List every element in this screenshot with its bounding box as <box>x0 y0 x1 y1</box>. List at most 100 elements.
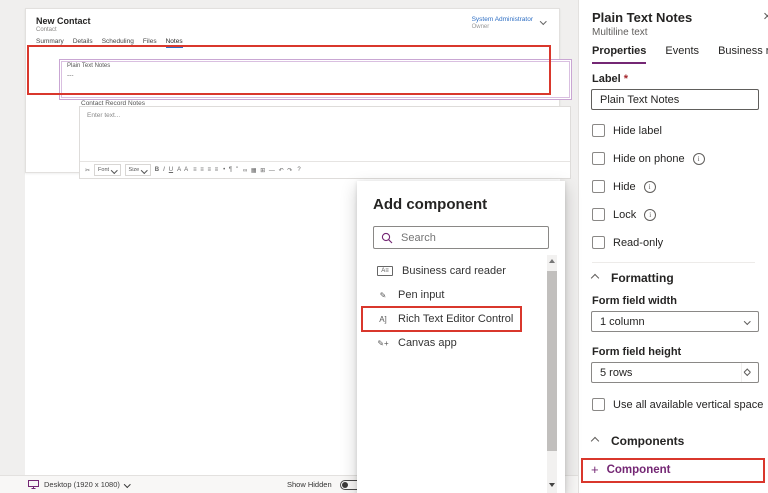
info-icon[interactable]: i <box>693 153 705 165</box>
help-icon[interactable]: ? <box>297 167 300 173</box>
device-selector[interactable]: Desktop (1920 x 1080) <box>28 480 129 489</box>
checkbox-label: Hide on phone <box>613 153 685 165</box>
label-input-value: Plain Text Notes <box>600 94 679 106</box>
vertical-space-checkbox[interactable] <box>592 398 605 411</box>
close-icon[interactable]: ✕ <box>763 10 768 23</box>
info-icon[interactable]: i <box>644 209 656 221</box>
add-component-popup: Add component A≡ Business card reader ✎ … <box>357 181 565 493</box>
section-title: Formatting <box>611 271 674 285</box>
chevron-down-icon <box>744 318 750 324</box>
checkbox-row-hide: Hide i <box>592 180 656 193</box>
field-value: --- <box>60 69 571 79</box>
list-item-canvas-app[interactable]: ✎+ Canvas app <box>357 331 565 355</box>
hide-on-phone-checkbox[interactable] <box>592 152 605 165</box>
tab-notes[interactable]: Notes <box>166 38 183 48</box>
checkbox-row-hide-label: Hide label <box>592 124 662 137</box>
font-dropdown[interactable]: Font <box>94 164 121 176</box>
rich-text-editor-icon: A] <box>377 315 389 324</box>
field-label: Plain Text Notes <box>60 60 571 69</box>
component-search-box[interactable] <box>373 226 549 249</box>
list-item-label: Canvas app <box>398 337 457 349</box>
tab-scheduling[interactable]: Scheduling <box>102 38 134 48</box>
required-asterisk: * <box>624 73 628 85</box>
form-field-width-dropdown[interactable]: 1 column <box>591 311 759 332</box>
rich-text-toolbar: ✂ Font Size B I U A A ≡ ≡ ≡ ≡ • ¶ " ∞ ▦ … <box>80 161 570 178</box>
alignment-icons[interactable]: ≡ ≡ ≡ ≡ <box>193 167 219 173</box>
owner-value[interactable]: System Administrator <box>472 16 533 24</box>
form-field-height-spinner[interactable]: 5 rows <box>591 362 759 383</box>
scroll-down-icon[interactable] <box>547 479 557 491</box>
checkbox-label: Use all available vertical space <box>613 399 763 411</box>
component-list: A≡ Business card reader ✎ Pen input A] R… <box>357 259 565 355</box>
read-only-checkbox[interactable] <box>592 236 605 249</box>
spin-down-icon[interactable] <box>744 369 750 375</box>
add-component-label: Component <box>607 464 671 476</box>
popup-scrollbar[interactable] <box>547 255 557 493</box>
list-item-label: Pen input <box>398 289 444 301</box>
insert-icons[interactable]: ∞ ▦ ⊞ — ↶ ↷ <box>243 167 293 174</box>
form-field-width-label: Form field width <box>592 295 677 307</box>
popup-title: Add component <box>357 181 565 213</box>
checkbox-row-vertical-space: Use all available vertical space <box>592 398 763 411</box>
scroll-up-icon[interactable] <box>547 255 557 267</box>
tab-summary[interactable]: Summary <box>36 38 64 48</box>
font-dropdown-label: Font <box>98 167 109 173</box>
list-item-label: Business card reader <box>402 265 506 277</box>
checkbox-label: Lock <box>613 209 636 221</box>
rich-text-notes-field[interactable]: Enter text... ✂ Font Size B I U A A ≡ ≡ … <box>79 106 571 179</box>
format-painter-icon[interactable]: ✂ <box>85 167 90 174</box>
form-field-height-label: Form field height <box>592 346 681 358</box>
tab-properties[interactable]: Properties <box>592 45 646 64</box>
tab-events[interactable]: Events <box>665 45 699 64</box>
add-component-button[interactable]: + Component <box>591 462 670 477</box>
owner-field[interactable]: System Administrator Owner <box>472 16 533 32</box>
underline-icon[interactable]: U <box>169 167 173 173</box>
form-canvas: New Contact Contact Summary Details Sche… <box>25 8 560 173</box>
panel-title: Plain Text Notes <box>592 10 692 25</box>
list-icons[interactable]: • ¶ " <box>223 167 239 173</box>
components-section-header[interactable]: Components <box>592 434 684 448</box>
owner-label: Owner <box>472 24 533 32</box>
spinner-buttons[interactable] <box>741 363 758 382</box>
device-label: Desktop (1920 x 1080) <box>44 480 120 489</box>
hide-checkbox[interactable] <box>592 180 605 193</box>
chevron-down-icon <box>141 167 147 173</box>
pen-input-icon: ✎ <box>377 291 389 300</box>
section-title: Components <box>611 434 684 448</box>
chevron-down-icon <box>111 167 117 173</box>
italic-icon[interactable]: I <box>163 167 165 173</box>
list-item-pen-input[interactable]: ✎ Pen input <box>357 283 565 307</box>
checkbox-label: Hide label <box>613 125 662 137</box>
panel-tabs: Properties Events Business rules <box>592 45 768 64</box>
plus-icon: + <box>591 462 599 477</box>
list-item-rich-text-editor-control[interactable]: A] Rich Text Editor Control <box>357 307 565 331</box>
formatting-section-header[interactable]: Formatting <box>592 271 674 285</box>
form-tabs: Summary Details Scheduling Files Notes <box>26 33 559 48</box>
tab-files[interactable]: Files <box>143 38 157 48</box>
canvas-app-icon: ✎+ <box>377 339 389 348</box>
hide-label-checkbox[interactable] <box>592 124 605 137</box>
list-item-business-card-reader[interactable]: A≡ Business card reader <box>357 259 565 283</box>
checkbox-label: Hide <box>613 181 636 193</box>
collapse-chevron-icon <box>591 274 599 282</box>
search-icon <box>381 232 393 244</box>
checkbox-row-hide-on-phone: Hide on phone i <box>592 152 705 165</box>
label-input[interactable]: Plain Text Notes <box>591 89 759 110</box>
width-value: 1 column <box>600 316 645 328</box>
device-chevron-down-icon <box>124 481 130 487</box>
tab-details[interactable]: Details <box>73 38 93 48</box>
contact-record-notes-label: Contact Record Notes <box>81 100 145 107</box>
size-dropdown[interactable]: Size <box>125 164 151 176</box>
notes-placeholder: Enter text... <box>80 107 570 119</box>
bold-icon[interactable]: B <box>155 167 159 173</box>
panel-subtitle: Multiline text <box>592 27 648 38</box>
selected-field-plain-text-notes[interactable]: Plain Text Notes --- <box>59 59 572 100</box>
height-value: 5 rows <box>600 367 632 379</box>
info-icon[interactable]: i <box>644 181 656 193</box>
lock-checkbox[interactable] <box>592 208 605 221</box>
scrollbar-thumb[interactable] <box>547 271 557 451</box>
component-search-input[interactable] <box>399 231 523 245</box>
label-text: Label <box>592 73 621 85</box>
tab-business-rules[interactable]: Business rules <box>718 45 768 64</box>
font-color-icons[interactable]: A A <box>177 167 189 173</box>
